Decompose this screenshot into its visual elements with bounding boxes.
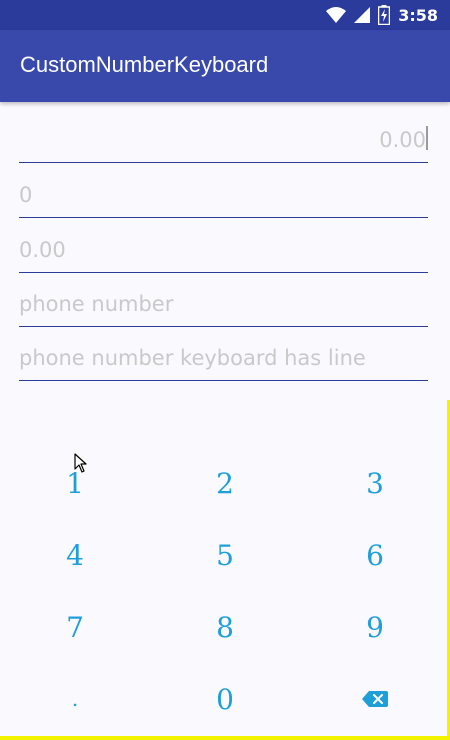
mouse-pointer-icon bbox=[74, 453, 87, 473]
number-keyboard: 1 2 3 4 5 6 7 8 9 . 0 bbox=[0, 447, 450, 735]
status-icons: 3:58 bbox=[326, 0, 438, 30]
key-4-label: 4 bbox=[66, 538, 84, 572]
key-dot-label: . bbox=[71, 687, 79, 711]
app-bar: CustomNumberKeyboard bbox=[0, 30, 450, 102]
key-4[interactable]: 4 bbox=[0, 519, 150, 591]
key-0[interactable]: 0 bbox=[150, 663, 300, 735]
key-6[interactable]: 6 bbox=[300, 519, 450, 591]
backspace-icon bbox=[362, 691, 388, 707]
battery-charging-icon bbox=[378, 5, 391, 25]
phone-number-line-hint: phone number keyboard has line bbox=[19, 346, 366, 370]
key-3-label: 3 bbox=[366, 466, 384, 500]
amount-input-text: 0.00 bbox=[379, 128, 426, 152]
key-2-label: 2 bbox=[216, 466, 234, 500]
key-9[interactable]: 9 bbox=[300, 591, 450, 663]
phone-number-input[interactable]: phone number bbox=[19, 273, 428, 327]
key-7[interactable]: 7 bbox=[0, 591, 150, 663]
status-bar: 3:58 bbox=[0, 0, 450, 30]
text-cursor bbox=[426, 126, 428, 150]
app-title: CustomNumberKeyboard bbox=[20, 52, 269, 77]
phone-number-hint: phone number bbox=[19, 292, 174, 316]
status-time: 3:58 bbox=[398, 5, 438, 25]
wifi-icon bbox=[326, 7, 347, 23]
key-2[interactable]: 2 bbox=[150, 447, 300, 519]
key-8[interactable]: 8 bbox=[150, 591, 300, 663]
amount-input[interactable]: 0.00 bbox=[19, 109, 428, 163]
integer-input[interactable]: 0 bbox=[19, 164, 428, 218]
key-7-label: 7 bbox=[66, 610, 84, 644]
key-5[interactable]: 5 bbox=[150, 519, 300, 591]
key-dot[interactable]: . bbox=[0, 663, 150, 735]
key-3[interactable]: 3 bbox=[300, 447, 450, 519]
phone-number-line-input[interactable]: phone number keyboard has line bbox=[19, 327, 428, 381]
key-6-label: 6 bbox=[366, 538, 384, 572]
key-5-label: 5 bbox=[216, 538, 234, 572]
decimal-input[interactable]: 0.00 bbox=[19, 219, 428, 273]
bottom-edge bbox=[0, 736, 450, 740]
signal-icon bbox=[354, 7, 371, 23]
decimal-input-text: 0.00 bbox=[19, 238, 66, 262]
backspace-key[interactable] bbox=[300, 663, 450, 735]
key-0-label: 0 bbox=[216, 682, 234, 716]
key-8-label: 8 bbox=[216, 610, 234, 644]
key-9-label: 9 bbox=[366, 610, 384, 644]
integer-input-text: 0 bbox=[19, 183, 33, 207]
